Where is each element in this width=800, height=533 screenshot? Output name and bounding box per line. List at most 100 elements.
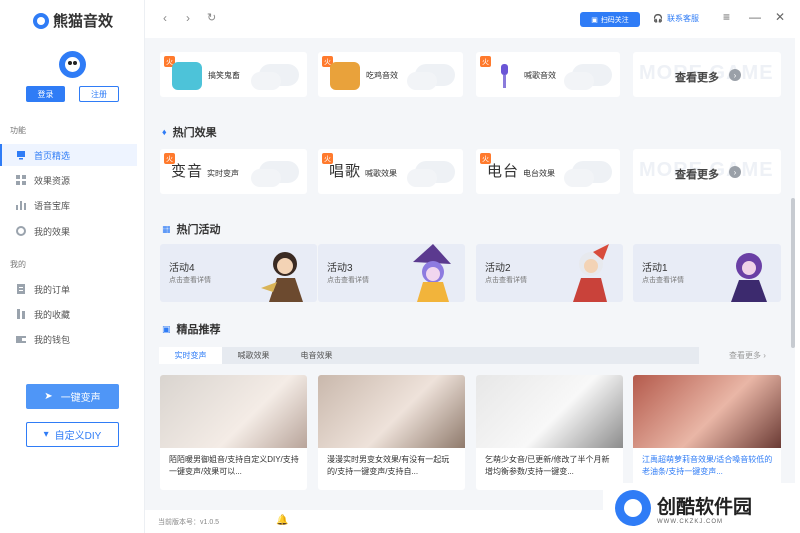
grid-icon: ▦ [162, 223, 171, 234]
watermark: 创酷软件园 WWW.CKZKJ.COM [603, 483, 800, 533]
sidebar-item-label: 我的订单 [34, 284, 71, 295]
back-icon[interactable]: ‹ [163, 11, 167, 25]
scrollbar[interactable] [791, 198, 795, 348]
effect-card[interactable]: 火 吃鸡音效 [318, 52, 463, 97]
watermark-logo-icon [615, 490, 651, 526]
effect-card[interactable]: 火 变音 实时变声 [160, 149, 307, 194]
activity-subtitle: 点击查看详情 [169, 277, 211, 284]
recommend-tabs: 实时变声 喊歌效果 电音效果 [159, 347, 699, 364]
bookmark-icon [16, 309, 26, 319]
activity-title: 活动4 [169, 263, 195, 274]
effect-card[interactable]: 火 唱歌 喊歌效果 [318, 149, 463, 194]
activity-subtitle: 点击查看详情 [327, 277, 369, 284]
arrow-right-icon: › [729, 166, 741, 178]
forward-icon[interactable]: › [186, 11, 190, 25]
section-label-mine: 我的 [10, 260, 26, 269]
activity-title: 活动1 [642, 263, 668, 274]
cover-image [318, 375, 465, 448]
sidebar-item-orders[interactable]: 我的订单 [0, 278, 137, 300]
bell-icon[interactable]: 🔔 [276, 515, 288, 526]
sidebar-item-label: 我的钱包 [34, 334, 71, 345]
card-label: 喊歌音效 [524, 71, 556, 80]
recommend-text: 江禹超萌萝莉音效果/适合嗓音较低的老油条/支持一键变声... [642, 455, 773, 476]
send-icon: ➤ [44, 391, 53, 402]
effect-card[interactable]: 火 电台 电台效果 [476, 149, 620, 194]
recommend-card[interactable]: 乞萌少女音/已更新/修改了半个月新增均衡参数/支持一键变... [476, 375, 623, 490]
star-icon: ▣ [162, 323, 171, 334]
recommend-text: 漫漫实时男变女效果/有没有一起玩的/支持一键变声/支持自... [327, 455, 450, 476]
activity-card[interactable]: 活动1 点击查看详情 [633, 244, 781, 302]
more-label: 查看更多 [729, 351, 761, 360]
activity-subtitle: 点击查看详情 [485, 277, 527, 284]
card-label: 喊歌效果 [365, 169, 397, 178]
card-label: 吃鸡音效 [366, 71, 398, 80]
sidebar-item-voice-library[interactable]: 语音宝库 [0, 194, 137, 216]
sidebar-item-label: 首页精选 [34, 150, 71, 161]
recommend-more-link[interactable]: 查看更多 › [729, 350, 766, 361]
register-button[interactable]: 注册 [79, 86, 119, 102]
activity-title: 活动2 [485, 263, 511, 274]
sidebar-item-favorites[interactable]: 我的收藏 [0, 303, 137, 325]
section-hot-activities: ▦ 热门活动 [162, 221, 221, 237]
main-content: 火 搞笑鬼畜 火 吃鸡音效 火 喊歌音效 MORE GAME 查看更多 › ♦ … [145, 38, 795, 510]
section-title: 精品推荐 [176, 324, 221, 336]
character-image [573, 244, 609, 302]
card-label: 搞笑鬼畜 [208, 71, 240, 80]
chicken-game-icon [330, 62, 360, 90]
view-more-label: 查看更多 [675, 169, 719, 181]
scan-label: 扫码关注 [600, 16, 629, 24]
sidebar-item-label: 我的收藏 [34, 309, 71, 320]
voice-change-label: 一键变声 [60, 393, 101, 404]
sidebar: 熊猫音效 登录 注册 功能 首页精选 效果资源 语音宝库 我的效果 我的 我的订… [0, 0, 145, 533]
cover-image [633, 375, 781, 448]
section-recommend: ▣ 精品推荐 [162, 321, 221, 337]
version-label: 当前版本号：v1.0.5 [158, 519, 220, 526]
sidebar-item-wallet[interactable]: 我的钱包 [0, 328, 137, 350]
minimize-icon[interactable]: — [749, 10, 761, 24]
sidebar-item-resources[interactable]: 效果资源 [0, 169, 137, 191]
activity-card[interactable]: 活动4 点击查看详情 [160, 244, 317, 302]
character-image [731, 253, 767, 302]
tab-electronic[interactable]: 电音效果 [285, 347, 348, 364]
tab-singing[interactable]: 喊歌效果 [222, 347, 285, 364]
avatar[interactable] [59, 51, 86, 78]
sidebar-item-home[interactable]: 首页精选 [0, 144, 137, 166]
recommend-card[interactable]: 漫漫实时男变女效果/有没有一起玩的/支持一键变声/支持自... [318, 375, 465, 490]
menu-icon[interactable]: ≡ [723, 10, 730, 24]
sidebar-item-label: 语音宝库 [34, 200, 71, 211]
section-hot-effects: ♦ 热门效果 [162, 124, 217, 140]
cover-image [160, 375, 307, 448]
list-icon [16, 284, 26, 294]
recommend-card[interactable]: 陌陌暖男御姐音/支持自定义DIY/支持一键变声/效果可以... [160, 375, 307, 490]
view-more-card[interactable]: MORE GAME 查看更多 › [633, 52, 781, 97]
view-more-card[interactable]: MORE GAME 查看更多 › [633, 149, 781, 194]
activity-card[interactable]: 活动3 点击查看详情 [318, 244, 465, 302]
effect-card[interactable]: 火 喊歌音效 [476, 52, 620, 97]
sidebar-item-my-effects[interactable]: 我的效果 [0, 220, 137, 242]
activity-card[interactable]: 活动2 点击查看详情 [476, 244, 623, 302]
recommend-card[interactable]: 江禹超萌萝莉音效果/适合嗓音较低的老油条/支持一键变声... [633, 375, 781, 490]
refresh-icon[interactable]: ↻ [207, 11, 216, 24]
close-icon[interactable]: ✕ [775, 10, 785, 24]
wallet-icon [16, 334, 26, 344]
contact-service-link[interactable]: 🎧 联系客服 [653, 13, 699, 24]
character-image [413, 244, 451, 302]
login-button[interactable]: 登录 [26, 86, 65, 102]
monitor-icon [16, 150, 26, 160]
effect-card[interactable]: 火 搞笑鬼畜 [160, 52, 307, 97]
recommend-text: 乞萌少女音/已更新/修改了半个月新增均衡参数/支持一键变... [485, 455, 610, 476]
sidebar-item-label: 我的效果 [34, 226, 71, 237]
effect-word: 电台 [487, 163, 520, 180]
settings-icon [16, 226, 26, 236]
section-label-function: 功能 [10, 126, 26, 135]
flame-icon: ♦ [162, 127, 167, 137]
card-label: 电台效果 [523, 169, 555, 178]
cover-image [476, 375, 623, 448]
custom-diy-button[interactable]: ▾ 自定义DIY [26, 422, 119, 447]
diy-label: 自定义DIY [54, 431, 102, 442]
sidebar-item-label: 效果资源 [34, 175, 71, 186]
tab-realtime[interactable]: 实时变声 [159, 347, 222, 364]
headset-icon: 🎧 [653, 14, 663, 23]
scan-follow-button[interactable]: ▣ 扫码关注 [580, 12, 640, 27]
voice-change-button[interactable]: ➤ 一键变声 [26, 384, 119, 409]
